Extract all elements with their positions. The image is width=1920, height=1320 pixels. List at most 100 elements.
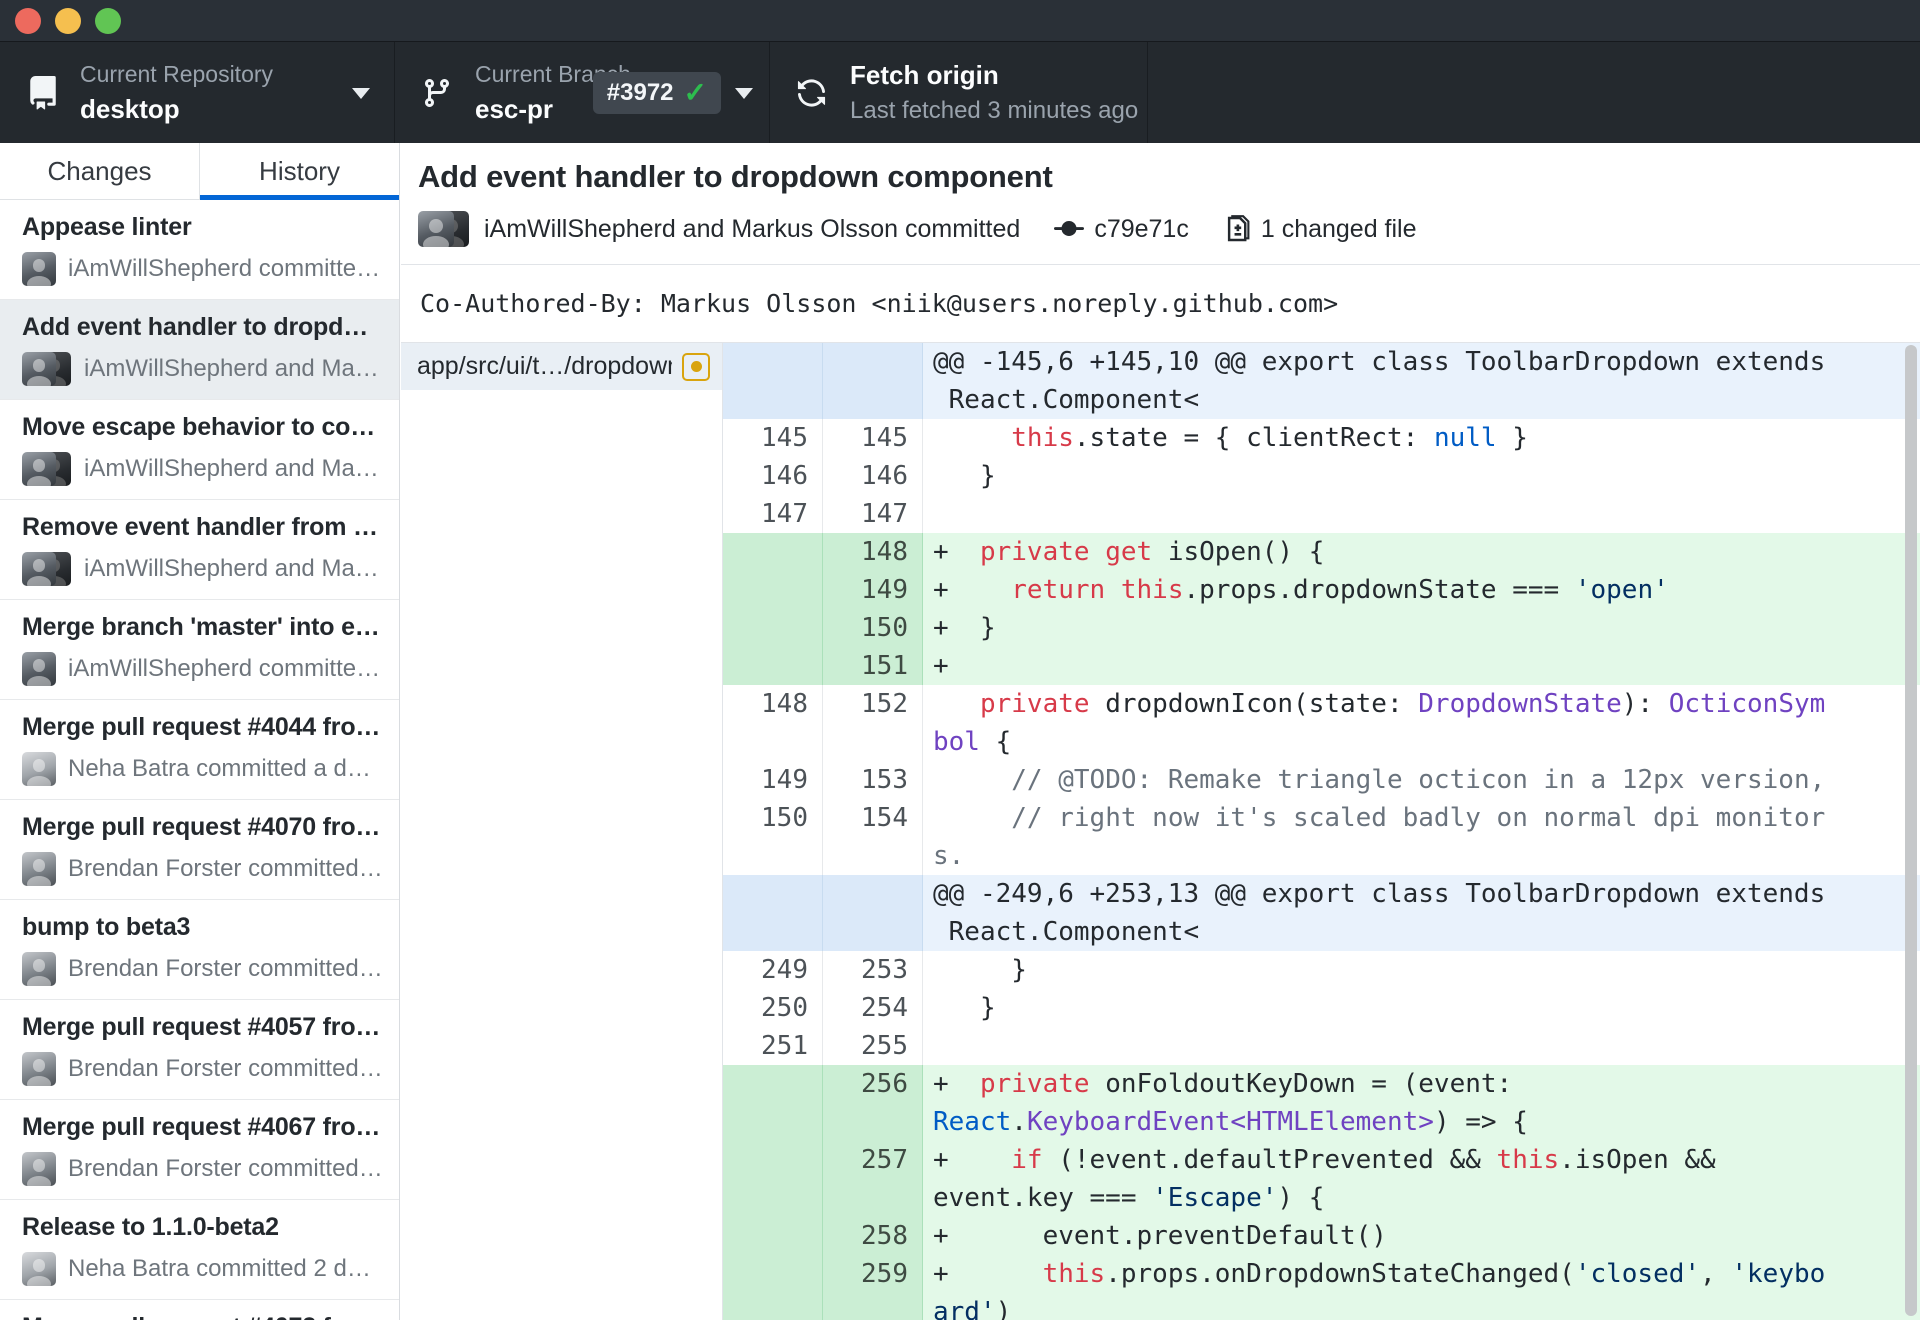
commit-sha[interactable]: c79e71c [1094, 215, 1189, 244]
diff-new-line-number: 146 [823, 457, 923, 495]
repository-selector[interactable]: Current Repository desktop [0, 42, 395, 143]
git-branch-icon [421, 76, 455, 110]
commit-list-item[interactable]: Merge pull request #4070 from desk… Brend… [0, 800, 399, 900]
diff-line-content: // @TODO: Remake triangle octicon in a 1… [933, 765, 1826, 795]
avatar [22, 252, 56, 286]
diff-context-row: 249 253 } [723, 951, 1920, 989]
diff-new-line-number [823, 343, 923, 419]
close-window-button[interactable] [15, 8, 41, 34]
diff-line-content: + [923, 647, 1920, 685]
diff-line-content: } [933, 993, 996, 1023]
diff-old-line-number [723, 571, 823, 609]
diff-new-line-number: 154 [823, 799, 923, 875]
commit-list-item[interactable]: Add event handler to dropdown com… iAmWil… [0, 300, 399, 400]
diff-new-line-number: 256 [823, 1065, 923, 1141]
commit-list-item[interactable]: bump to beta3 Brendan Forster committed 2… [0, 900, 399, 1000]
tab-history[interactable]: History [199, 143, 399, 200]
pr-status-badge[interactable]: #3972 ✓ [592, 72, 721, 114]
toolbar: Current Repository desktop Current Branc… [0, 42, 1920, 143]
diff-added-row: 257 + if (!event.defaultPrevented && this… [723, 1141, 1920, 1217]
diff-added-row: 150 + } [723, 609, 1920, 647]
diff-line-content: + if (!event.defaultPrevented && this.is… [923, 1141, 1920, 1217]
diff-added-row: 256 + private onFoldoutKeyDown = (event: … [723, 1065, 1920, 1141]
diff-new-line-number: 254 [823, 989, 923, 1027]
diff-context-row: 147 147 [723, 495, 1920, 533]
commit-meta: iAmWillShepherd and Markus Olsson… [84, 555, 383, 582]
window-controls [15, 8, 121, 34]
diff-new-line-number: 153 [823, 761, 923, 799]
sidebar-tabs: Changes History [0, 143, 399, 200]
fetch-origin-button[interactable]: Fetch origin Last fetched 3 minutes ago [770, 42, 1148, 143]
diff-new-line-number: 259 [823, 1255, 923, 1320]
diff-new-line-number: 152 [823, 685, 923, 761]
commit-description: Co-Authored-By: Markus Olsson <niik@user… [401, 265, 1920, 343]
avatar [22, 752, 56, 786]
git-commit-icon [1054, 214, 1085, 244]
commit-detail-pane: Add event handler to dropdown component … [401, 143, 1920, 1320]
commit-list-item[interactable]: Merge pull request #4044 from des… Neha B… [0, 700, 399, 800]
commit-title: Appease linter [22, 213, 192, 241]
avatar [22, 452, 72, 486]
commit-list-item[interactable]: Merge pull request #4067 from desk… Brend… [0, 1100, 399, 1200]
minimize-window-button[interactable] [55, 8, 81, 34]
commit-title: Merge branch 'master' into esc-pr [22, 613, 383, 641]
diff-hunk-row: @@ -249,6 +253,13 @@ export class Toolba… [723, 875, 1920, 951]
commit-title: Merge pull request #4070 from desk… [22, 813, 383, 841]
diff-old-line-number [723, 1065, 823, 1141]
diff-context-row: 250 254 } [723, 989, 1920, 1027]
diff-added-row: 259 + this.props.onDropdownStateChanged('… [723, 1255, 1920, 1320]
commit-list-item[interactable]: Merge branch 'master' into esc-pr iAmWill… [0, 600, 399, 700]
file-path: app/src/ui/t…/dropdown.tsx [417, 352, 672, 380]
diff-line-content: @@ -145,6 +145,10 @@ export class Toolba… [923, 343, 1920, 419]
commit-authors: iAmWillShepherd and Markus Olsson commit… [484, 214, 1021, 243]
commit-meta: Brendan Forster committed 2 days ago [68, 855, 383, 882]
sync-icon [796, 76, 830, 110]
commit-title: Release to 1.1.0-beta2 [22, 1213, 279, 1241]
avatar [22, 652, 56, 686]
commit-list-item[interactable]: Merge pull request #4057 from desk… Brend… [0, 1000, 399, 1100]
commit-list-item[interactable]: Appease linter iAmWillShepherd committed … [0, 200, 399, 300]
diff-added-row: 148 + private get isOpen() { [723, 533, 1920, 571]
diff-line-content: } [933, 955, 1027, 985]
commit-author-avatars [418, 211, 472, 247]
file-list-item[interactable]: app/src/ui/t…/dropdown.tsx [401, 343, 722, 390]
diff-added-row: 258 + event.preventDefault() [723, 1217, 1920, 1255]
diff-added-row: 151 + [723, 647, 1920, 685]
commit-title: Merge pull request #4057 from desk… [22, 1013, 383, 1041]
commit-title: Merge pull request #4067 from desk… [22, 1113, 383, 1141]
diff-context-row: 148 152 private dropdownIcon(state: Dropd… [723, 685, 1920, 761]
diff-line-content [923, 1027, 1920, 1065]
commit-meta: Neha Batra committed a day ago [68, 755, 383, 782]
chevron-down-icon [735, 88, 753, 99]
avatar [22, 552, 72, 586]
branch-selector[interactable]: Current Branch esc-pr #3972 ✓ [395, 42, 770, 143]
diff-context-row: 145 145 this.state = { clientRect: null } [723, 419, 1920, 457]
tab-changes[interactable]: Changes [0, 143, 199, 199]
titlebar [0, 0, 1920, 42]
diff-scrollbar-thumb[interactable] [1905, 345, 1917, 1316]
commit-list-item[interactable]: Release to 1.1.0-beta2 Neha Batra committ… [0, 1200, 399, 1300]
diff-new-line-number: 257 [823, 1141, 923, 1217]
zoom-window-button[interactable] [95, 8, 121, 34]
diff-line-content: + this.props.onDropdownStateChanged('clo… [923, 1255, 1920, 1320]
commit-list-item[interactable]: Merge pull request #4072 from des… [0, 1300, 399, 1320]
commit-meta: iAmWillShepherd committed a day ago [68, 655, 383, 682]
diff-hunk-row: @@ -145,6 +145,10 @@ export class Toolba… [723, 343, 1920, 419]
repo-icon [26, 75, 60, 110]
commit-list-item[interactable]: Move escape behavior to correct co… iAmWi… [0, 400, 399, 500]
commit-summary-title: Add event handler to dropdown component [418, 159, 1053, 194]
fetch-subtitle: Last fetched 3 minutes ago [850, 97, 1139, 124]
commit-header: Add event handler to dropdown component … [401, 143, 1920, 265]
diff-new-line-number: 253 [823, 951, 923, 989]
diff-old-line-number [723, 875, 823, 951]
diff-old-line-number: 145 [723, 419, 823, 457]
diff-old-line-number [723, 533, 823, 571]
modified-file-icon [682, 352, 710, 381]
commit-list-item[interactable]: Remove event handler from the bran… iAmWi… [0, 500, 399, 600]
commit-title: Merge pull request #4072 from des… [22, 1313, 383, 1320]
commit-title: bump to beta3 [22, 913, 191, 941]
commit-meta: Brendan Forster committed 2 days ago [68, 1155, 383, 1182]
diff-new-line-number: 255 [823, 1027, 923, 1065]
avatar [22, 852, 56, 886]
diff-new-line-number: 145 [823, 419, 923, 457]
